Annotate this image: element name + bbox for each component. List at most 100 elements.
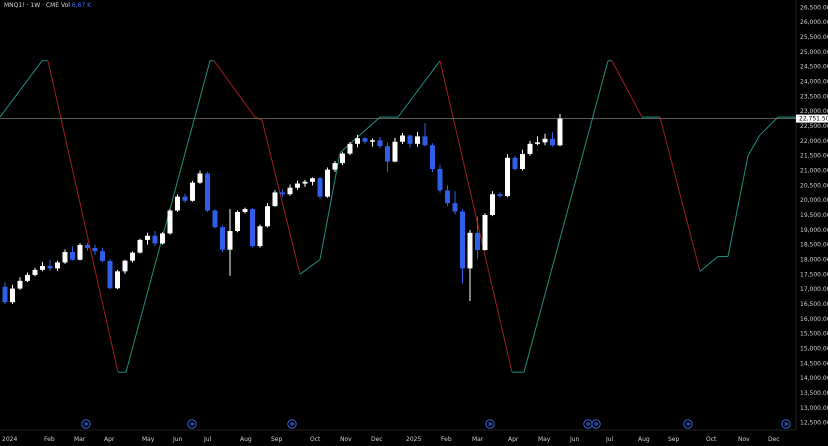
price-tick-label: 18,000.00 bbox=[800, 256, 828, 263]
candle[interactable] bbox=[475, 216, 480, 259]
candle[interactable] bbox=[497, 192, 503, 198]
candle[interactable] bbox=[250, 207, 255, 248]
dividend-icon[interactable] bbox=[287, 419, 297, 429]
time-tick-label: Apr bbox=[508, 436, 519, 443]
candle[interactable] bbox=[115, 269, 120, 290]
candle[interactable] bbox=[370, 138, 375, 147]
candle[interactable] bbox=[10, 284, 15, 304]
candle[interactable] bbox=[137, 238, 143, 254]
candle[interactable] bbox=[32, 267, 38, 277]
candle[interactable] bbox=[197, 170, 203, 184]
candle[interactable] bbox=[55, 260, 60, 271]
candle[interactable] bbox=[235, 210, 240, 233]
candle[interactable] bbox=[437, 164, 443, 193]
candle[interactable] bbox=[452, 191, 458, 215]
candle[interactable] bbox=[415, 131, 420, 147]
candle[interactable] bbox=[242, 207, 248, 214]
candle[interactable] bbox=[107, 258, 113, 290]
candle-body bbox=[287, 187, 293, 195]
candle[interactable] bbox=[40, 261, 45, 272]
candle[interactable] bbox=[25, 272, 30, 283]
candle-body bbox=[212, 210, 218, 228]
candle[interactable] bbox=[460, 209, 465, 284]
event-markers[interactable] bbox=[81, 419, 791, 429]
candle[interactable] bbox=[62, 249, 68, 264]
price-tick-label: 18,500.00 bbox=[800, 242, 828, 249]
candle[interactable] bbox=[77, 243, 83, 261]
candle[interactable] bbox=[362, 137, 368, 144]
candle[interactable] bbox=[557, 114, 563, 147]
candle[interactable] bbox=[145, 232, 150, 245]
price-chart[interactable]: 22,751.50 26,500.00 26,000.00 25,500.00 25,… bbox=[0, 0, 828, 446]
candle[interactable] bbox=[505, 154, 510, 198]
price-axis[interactable]: 26,500.00 26,000.00 25,500.00 25,000.00 24,5… bbox=[800, 4, 828, 426]
candle[interactable] bbox=[295, 180, 300, 190]
dividend-icon[interactable] bbox=[187, 419, 197, 429]
candle[interactable] bbox=[347, 142, 353, 156]
candle[interactable] bbox=[550, 132, 555, 147]
candle[interactable] bbox=[227, 209, 233, 276]
chart-area[interactable]: MNQ1! · 1W · CME Vol 6.67 K 22,751.50 26… bbox=[0, 0, 828, 446]
candle[interactable] bbox=[190, 180, 195, 202]
candle[interactable] bbox=[527, 140, 533, 156]
candle[interactable] bbox=[205, 171, 210, 213]
price-tick-label: 25,000.00 bbox=[800, 49, 828, 56]
candle[interactable] bbox=[100, 247, 105, 263]
candle[interactable] bbox=[70, 246, 75, 261]
candle[interactable] bbox=[17, 277, 23, 290]
candle[interactable] bbox=[422, 123, 428, 147]
candle[interactable] bbox=[445, 185, 450, 207]
candle[interactable] bbox=[520, 149, 525, 171]
candle[interactable] bbox=[272, 190, 278, 207]
candle[interactable] bbox=[160, 232, 165, 245]
candle[interactable] bbox=[317, 177, 323, 199]
candle[interactable] bbox=[175, 194, 180, 213]
dividend-icon[interactable] bbox=[591, 419, 601, 429]
candle[interactable] bbox=[385, 142, 390, 172]
time-axis[interactable]: 2024 Feb Mar Apr May Jun Jul Aug Sep Oct Nov Dec 202… bbox=[2, 436, 780, 443]
candle[interactable] bbox=[182, 193, 188, 203]
candle[interactable] bbox=[407, 134, 413, 148]
candle-body bbox=[175, 196, 180, 211]
candle[interactable] bbox=[355, 134, 360, 148]
candle[interactable] bbox=[257, 224, 263, 248]
dividend-icon[interactable] bbox=[485, 419, 495, 429]
dividend-icon[interactable] bbox=[781, 419, 791, 429]
dividend-icon[interactable] bbox=[81, 419, 91, 429]
candle[interactable] bbox=[265, 203, 270, 228]
candle[interactable] bbox=[325, 167, 330, 198]
candle[interactable] bbox=[467, 229, 473, 301]
price-tick-label: 12,500.00 bbox=[800, 420, 828, 427]
dividend-icon[interactable] bbox=[683, 419, 693, 429]
candle[interactable] bbox=[212, 209, 218, 229]
candle[interactable] bbox=[310, 177, 315, 186]
candle[interactable] bbox=[400, 132, 405, 144]
candle[interactable] bbox=[430, 143, 435, 172]
candle[interactable] bbox=[287, 184, 293, 196]
candle[interactable] bbox=[47, 259, 53, 271]
candle[interactable] bbox=[220, 225, 225, 253]
candle[interactable] bbox=[130, 251, 135, 263]
candle[interactable] bbox=[377, 136, 383, 149]
dividend-icon[interactable] bbox=[583, 419, 593, 429]
candle[interactable] bbox=[92, 244, 98, 256]
candle[interactable] bbox=[122, 259, 128, 274]
candlestick-series[interactable] bbox=[2, 114, 563, 304]
candle[interactable] bbox=[512, 155, 518, 171]
candle[interactable] bbox=[340, 152, 345, 166]
candle[interactable] bbox=[535, 136, 540, 146]
candle[interactable] bbox=[2, 282, 8, 304]
candle[interactable] bbox=[152, 231, 158, 247]
candle-body bbox=[115, 271, 120, 289]
time-tick-label: Mar bbox=[74, 436, 86, 443]
candle[interactable] bbox=[167, 209, 173, 235]
candle[interactable] bbox=[302, 179, 308, 187]
candle[interactable] bbox=[482, 213, 488, 251]
candle[interactable] bbox=[542, 133, 548, 146]
candle[interactable] bbox=[392, 137, 398, 163]
candle-body bbox=[415, 136, 420, 144]
price-tick-label: 23,500.00 bbox=[800, 93, 828, 100]
candle[interactable] bbox=[490, 191, 495, 217]
candle-body bbox=[190, 182, 195, 201]
candle-body bbox=[445, 190, 450, 204]
